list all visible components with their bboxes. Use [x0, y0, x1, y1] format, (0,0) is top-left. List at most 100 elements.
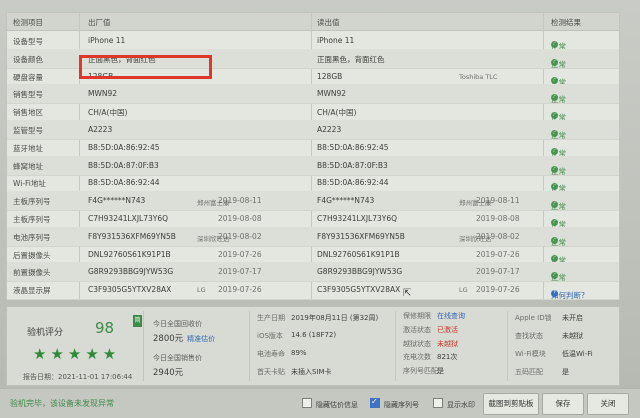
status-bar: 验机完毕，该设备未发现异常 隐藏估价信息 隐藏序列号 显示水印 截图到剪贴板 保… — [0, 388, 640, 418]
read-date: 2019-08-02 — [476, 231, 520, 241]
recycle-price: 2800元 精准估价 — [153, 334, 216, 344]
info-value: 未越狱 — [437, 339, 458, 348]
sale-price-label: 今日全国销售价 — [153, 354, 202, 362]
factory-date: 2019-08-08 — [218, 214, 262, 223]
info-key: 充电次数 — [403, 353, 431, 362]
info-key: 越狱状态 — [403, 339, 431, 348]
row-label: 销售地区 — [13, 108, 43, 118]
info-value: 未插入SIM卡 — [291, 368, 332, 376]
info-key: iOS版本 — [257, 332, 283, 340]
read-value: F4G******N743 — [317, 196, 375, 206]
score-label: 验机评分 — [27, 328, 64, 338]
read-value: C7H93241LXJL73Y6Q — [317, 214, 398, 223]
info-value: 低温Wi-Fi — [562, 350, 593, 358]
read-value: A2223 — [317, 125, 342, 134]
header-item: 检测项目 — [13, 18, 43, 27]
factory-value: DNL92760S61K91P1B — [88, 249, 171, 259]
info-value: 89% — [291, 349, 307, 357]
row-label: 主板序列号 — [13, 197, 51, 207]
factory-value: F4G******N743 — [88, 196, 146, 206]
sale-price: 2940元 — [153, 368, 184, 378]
summary-panel: 验机评分 98 简 ★★★★★ 报告日期：2021-11-01 17:06:44… — [6, 306, 620, 386]
row-label: 液晶显示屏 — [13, 286, 51, 296]
info-value: 未开启 — [562, 314, 583, 322]
precise-quote-link[interactable]: 精准估价 — [187, 335, 215, 343]
warranty-query-link[interactable]: 在线查询 — [437, 311, 465, 321]
row-label: 电池序列号 — [13, 232, 51, 242]
read-value: CH/A(中国) — [317, 108, 357, 118]
read-value: B8:5D:0A:87:0F:B3 — [317, 160, 388, 170]
read-value: F8Y931536XFM69YN5B — [317, 231, 405, 241]
read-date: 2019-08-08 — [476, 214, 520, 223]
info-key: 查找状态 — [515, 332, 543, 340]
info-key: Wi-Fi模块 — [515, 350, 546, 358]
factory-value: C3F9305G5YTXV28AX — [88, 285, 172, 295]
read-vendor: Toshiba TLC — [459, 72, 498, 81]
factory-value: A2223 — [88, 125, 113, 134]
mouse-cursor-icon: ⇱ — [403, 288, 412, 299]
read-date: 2019-07-26 — [476, 285, 520, 295]
row-label: 销售型号 — [13, 90, 43, 100]
row-label: 设备颜色 — [13, 54, 43, 64]
header-read: 读出值 — [317, 18, 340, 27]
info-value: 是 — [437, 367, 444, 376]
divider — [507, 311, 508, 381]
screenshot-button[interactable]: 截图到剪贴板 — [483, 393, 539, 415]
divider — [395, 311, 396, 381]
row-label: 监管型号 — [13, 126, 43, 135]
hide-price-checkbox[interactable]: 隐藏估价信息 — [302, 398, 358, 410]
info-key: 五码匹配 — [515, 368, 543, 376]
info-value: 14.6 (18F72) — [291, 331, 337, 339]
header-factory: 出厂值 — [88, 18, 111, 27]
divider — [143, 311, 144, 381]
score-box: 验机评分 98 简 ★★★★★ 报告日期：2021-11-01 17:06:44 — [15, 311, 142, 381]
read-date: 2019-08-11 — [476, 196, 520, 206]
factory-date: 2019-08-02 — [218, 231, 262, 241]
factory-date: 2019-07-26 — [218, 285, 262, 295]
hide-serial-checkbox[interactable]: 隐藏序列号 — [370, 397, 419, 410]
read-value: B8:5D:0A:86:92:44 — [317, 178, 389, 188]
score-value: 98 — [95, 319, 115, 337]
row-label: 设备型号 — [13, 37, 43, 46]
check-table: 检测项目 出厂值 读出值 检测结果 设备型号 iPhone 11 iPhone 11… — [6, 12, 620, 301]
show-watermark-checkbox[interactable]: 显示水印 — [433, 398, 475, 410]
factory-date: 2019-08-11 — [218, 196, 262, 206]
factory-value: B8:5D:0A:87:0F:B3 — [88, 160, 159, 170]
save-button[interactable]: 保存 — [542, 393, 584, 415]
read-date: 2019-07-17 — [476, 267, 520, 277]
read-value: G8R9293BBG9JYW53G — [317, 267, 403, 277]
factory-value: B8:5D:0A:86:92:44 — [88, 178, 160, 188]
info-value: 已激活 — [437, 325, 458, 334]
screen: 检测项目 出厂值 读出值 检测结果 设备型号 iPhone 11 iPhone 11… — [0, 0, 640, 418]
close-button[interactable]: 关闭 — [587, 393, 629, 415]
read-value: B8:5D:0A:86:92:45 — [317, 142, 389, 152]
row-label: 蜂窝地址 — [13, 161, 43, 171]
factory-date: 2019-07-26 — [218, 249, 262, 259]
info-value: 821次 — [437, 353, 458, 362]
factory-value: C7H93241LXJL73Y6Q — [88, 214, 169, 223]
rating-stars: ★★★★★ — [33, 345, 121, 363]
info-value: 是 — [562, 368, 569, 376]
factory-value: B8:5D:0A:86:92:45 — [88, 142, 160, 152]
factory-value: CH/A(中国) — [88, 108, 128, 118]
row-label: 后置摄像头 — [13, 250, 51, 260]
factory-value: MWN92 — [88, 89, 118, 99]
info-key: 首天卡贴 — [257, 368, 285, 376]
divider — [249, 311, 250, 381]
read-date: 2019-07-26 — [476, 249, 520, 259]
read-value: iPhone 11 — [317, 36, 355, 45]
info-key: 电池寿命 — [257, 350, 285, 358]
table-header: 检测项目 出厂值 读出值 检测结果 — [7, 13, 619, 31]
header-result: 检测结果 — [551, 18, 581, 27]
row-label: 主板序列号 — [13, 215, 51, 224]
row-label: Wi-Fi地址 — [13, 179, 46, 189]
read-value: MWN92 — [317, 89, 347, 99]
highlight-box — [79, 55, 212, 79]
info-value: 2019年08月11日 (第32周) — [291, 314, 379, 322]
recycle-price-label: 今日全国回收价 — [153, 320, 202, 328]
info-key: 激活状态 — [403, 325, 431, 334]
row-label: 前置摄像头 — [13, 268, 51, 278]
status-message: 验机完毕，该设备未发现异常 — [10, 399, 114, 408]
table-row: 液晶显示屏 C3F9305G5YTXV28AX LG 2019-07-26 C3F930… — [7, 280, 619, 301]
factory-date: 2019-07-17 — [218, 267, 262, 277]
